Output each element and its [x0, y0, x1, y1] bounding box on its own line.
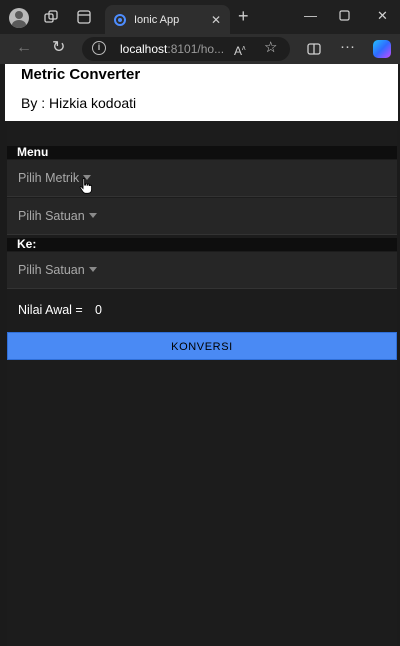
copilot-icon[interactable]: [373, 40, 391, 58]
tab-actions-icon[interactable]: [77, 10, 91, 27]
caret-down-icon: [88, 213, 97, 218]
minimize-icon[interactable]: —: [304, 8, 317, 23]
read-aloud-icon[interactable]: Aʌ: [234, 41, 246, 59]
from-unit-select[interactable]: Pilih Satuan: [7, 198, 397, 235]
close-tab-icon[interactable]: ✕: [211, 13, 221, 27]
split-screen-icon[interactable]: [307, 42, 321, 59]
browser-address-bar: ← ↻ i localhost:8101/ho... Aʌ ☆ ···: [0, 34, 400, 64]
workspaces-icon[interactable]: [44, 10, 58, 27]
ionic-favicon-icon: [114, 13, 126, 26]
initial-value-input[interactable]: [95, 300, 295, 320]
initial-value-row: Nilai Awal =: [7, 290, 397, 330]
page-subtitle: By : Hizkia kodoati: [21, 95, 137, 111]
app-header: Metric Converter By : Hizkia kodoati: [5, 64, 398, 121]
menu-section-label: Menu: [7, 146, 397, 159]
convert-button[interactable]: KONVERSI: [7, 332, 397, 360]
favorite-star-icon[interactable]: ☆: [264, 40, 277, 56]
more-menu-icon[interactable]: ···: [340, 39, 355, 55]
refresh-icon[interactable]: ↻: [52, 40, 65, 56]
maximize-icon[interactable]: [339, 9, 350, 24]
close-window-icon[interactable]: ✕: [377, 8, 388, 24]
url-field[interactable]: i localhost:8101/ho...: [82, 37, 290, 61]
metric-select[interactable]: Pilih Metrik: [7, 160, 397, 197]
tab-title: Ionic App: [134, 13, 180, 26]
initial-value-label: Nilai Awal =: [18, 303, 83, 317]
page-title: Metric Converter: [21, 66, 141, 83]
back-icon[interactable]: ←: [16, 40, 32, 56]
to-section-label: Ke:: [7, 238, 397, 251]
from-unit-select-text: Pilih Satuan: [18, 209, 97, 223]
caret-down-icon: [88, 267, 97, 272]
to-unit-select-text: Pilih Satuan: [18, 263, 97, 277]
to-unit-select[interactable]: Pilih Satuan: [7, 252, 397, 289]
browser-tab-bar: Ionic App ✕ + — ✕: [0, 0, 400, 34]
browser-tab-active[interactable]: Ionic App ✕: [105, 5, 230, 34]
url-text: localhost:8101/ho...: [120, 42, 225, 56]
hand-cursor-icon: [79, 178, 93, 199]
profile-avatar-icon[interactable]: [9, 8, 29, 28]
new-tab-icon[interactable]: +: [238, 7, 249, 25]
site-info-icon[interactable]: i: [92, 41, 106, 55]
